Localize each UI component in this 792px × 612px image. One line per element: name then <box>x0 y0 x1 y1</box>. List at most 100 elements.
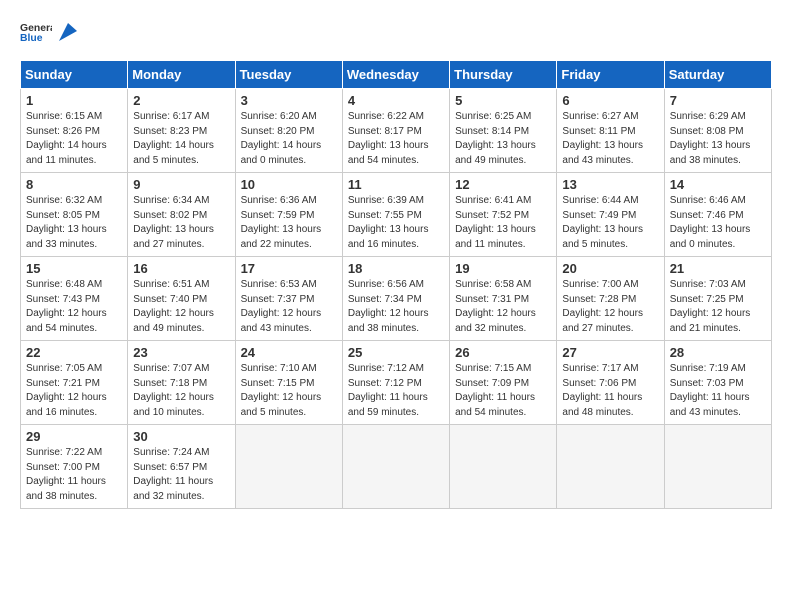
day-number: 5 <box>455 93 551 108</box>
calendar-table: SundayMondayTuesdayWednesdayThursdayFrid… <box>20 60 772 509</box>
calendar-cell: 13Sunrise: 6:44 AM Sunset: 7:49 PM Dayli… <box>557 173 664 257</box>
day-info: Sunrise: 6:58 AM Sunset: 7:31 PM Dayligh… <box>455 278 551 336</box>
day-info: Sunrise: 6:44 AM Sunset: 7:49 PM Dayligh… <box>562 194 658 252</box>
calendar-cell: 1 Sunrise: 6:15 AM Sunset: 8:26 PM Daylig… <box>21 89 128 173</box>
day-info: Sunrise: 7:07 AM Sunset: 7:18 PM Dayligh… <box>133 362 229 420</box>
calendar-week-2: 8Sunrise: 6:32 AM Sunset: 8:05 PM Daylig… <box>21 173 772 257</box>
calendar-cell: 11 Sunrise: 6:39 AM Sunset: 7:55 PM Dayli… <box>342 173 449 257</box>
calendar-cell: 18 Sunrise: 6:56 AM Sunset: 7:34 PM Dayli… <box>342 257 449 341</box>
day-number: 8 <box>26 177 122 192</box>
calendar-week-3: 15 Sunrise: 6:48 AM Sunset: 7:43 PM Dayli… <box>21 257 772 341</box>
calendar-cell: 10 Sunrise: 6:36 AM Sunset: 7:59 PM Dayli… <box>235 173 342 257</box>
day-info: Sunrise: 6:20 AM Sunset: 8:20 PM Dayligh… <box>241 110 337 168</box>
day-info: Sunrise: 7:03 AM Sunset: 7:25 PM Dayligh… <box>670 278 766 336</box>
calendar-cell: 29 Sunrise: 7:22 AM Sunset: 7:00 PM Dayli… <box>21 425 128 509</box>
day-number: 18 <box>348 261 444 276</box>
logo-arrow-icon <box>59 23 77 41</box>
day-info: Sunrise: 6:29 AM Sunset: 8:08 PM Dayligh… <box>670 110 766 168</box>
weekday-header-monday: Monday <box>128 61 235 89</box>
calendar-cell: 30 Sunrise: 7:24 AM Sunset: 6:57 PM Dayli… <box>128 425 235 509</box>
day-info: Sunrise: 6:51 AM Sunset: 7:40 PM Dayligh… <box>133 278 229 336</box>
calendar-cell: 24Sunrise: 7:10 AM Sunset: 7:15 PM Dayli… <box>235 341 342 425</box>
day-info: Sunrise: 6:39 AM Sunset: 7:55 PM Dayligh… <box>348 194 444 252</box>
day-info: Sunrise: 7:19 AM Sunset: 7:03 PM Dayligh… <box>670 362 766 420</box>
day-number: 7 <box>670 93 766 108</box>
weekday-header-sunday: Sunday <box>21 61 128 89</box>
day-number: 30 <box>133 429 229 444</box>
logo-icon: General Blue <box>20 20 52 44</box>
day-number: 23 <box>133 345 229 360</box>
calendar-cell: 12Sunrise: 6:41 AM Sunset: 7:52 PM Dayli… <box>450 173 557 257</box>
day-info: Sunrise: 7:22 AM Sunset: 7:00 PM Dayligh… <box>26 446 122 504</box>
calendar-week-1: 1 Sunrise: 6:15 AM Sunset: 8:26 PM Daylig… <box>21 89 772 173</box>
calendar-week-4: 22 Sunrise: 7:05 AM Sunset: 7:21 PM Dayli… <box>21 341 772 425</box>
day-number: 2 <box>133 93 229 108</box>
day-number: 9 <box>133 177 229 192</box>
day-info: Sunrise: 7:05 AM Sunset: 7:21 PM Dayligh… <box>26 362 122 420</box>
day-number: 4 <box>348 93 444 108</box>
calendar-cell: 8Sunrise: 6:32 AM Sunset: 8:05 PM Daylig… <box>21 173 128 257</box>
day-info: Sunrise: 7:15 AM Sunset: 7:09 PM Dayligh… <box>455 362 551 420</box>
day-number: 10 <box>241 177 337 192</box>
day-info: Sunrise: 6:56 AM Sunset: 7:34 PM Dayligh… <box>348 278 444 336</box>
weekday-header-wednesday: Wednesday <box>342 61 449 89</box>
weekday-header-saturday: Saturday <box>664 61 771 89</box>
day-info: Sunrise: 6:36 AM Sunset: 7:59 PM Dayligh… <box>241 194 337 252</box>
day-info: Sunrise: 6:25 AM Sunset: 8:14 PM Dayligh… <box>455 110 551 168</box>
day-number: 6 <box>562 93 658 108</box>
day-number: 14 <box>670 177 766 192</box>
calendar-cell: 5 Sunrise: 6:25 AM Sunset: 8:14 PM Daylig… <box>450 89 557 173</box>
svg-text:Blue: Blue <box>20 33 43 44</box>
day-info: Sunrise: 7:00 AM Sunset: 7:28 PM Dayligh… <box>562 278 658 336</box>
calendar-cell: 22 Sunrise: 7:05 AM Sunset: 7:21 PM Dayli… <box>21 341 128 425</box>
day-info: Sunrise: 7:12 AM Sunset: 7:12 PM Dayligh… <box>348 362 444 420</box>
calendar-cell <box>557 425 664 509</box>
calendar-cell: 28 Sunrise: 7:19 AM Sunset: 7:03 PM Dayli… <box>664 341 771 425</box>
day-info: Sunrise: 6:53 AM Sunset: 7:37 PM Dayligh… <box>241 278 337 336</box>
day-info: Sunrise: 6:34 AM Sunset: 8:02 PM Dayligh… <box>133 194 229 252</box>
calendar-cell: 26 Sunrise: 7:15 AM Sunset: 7:09 PM Dayli… <box>450 341 557 425</box>
weekday-header-tuesday: Tuesday <box>235 61 342 89</box>
calendar-cell <box>342 425 449 509</box>
day-number: 27 <box>562 345 658 360</box>
weekday-header-thursday: Thursday <box>450 61 557 89</box>
day-number: 25 <box>348 345 444 360</box>
calendar-cell: 2 Sunrise: 6:17 AM Sunset: 8:23 PM Daylig… <box>128 89 235 173</box>
day-number: 22 <box>26 345 122 360</box>
calendar-cell: 23 Sunrise: 7:07 AM Sunset: 7:18 PM Dayli… <box>128 341 235 425</box>
calendar-cell: 21 Sunrise: 7:03 AM Sunset: 7:25 PM Dayli… <box>664 257 771 341</box>
calendar-cell: 6Sunrise: 6:27 AM Sunset: 8:11 PM Daylig… <box>557 89 664 173</box>
day-info: Sunrise: 6:22 AM Sunset: 8:17 PM Dayligh… <box>348 110 444 168</box>
calendar-cell: 7 Sunrise: 6:29 AM Sunset: 8:08 PM Daylig… <box>664 89 771 173</box>
day-info: Sunrise: 7:17 AM Sunset: 7:06 PM Dayligh… <box>562 362 658 420</box>
calendar-week-5: 29 Sunrise: 7:22 AM Sunset: 7:00 PM Dayli… <box>21 425 772 509</box>
day-number: 28 <box>670 345 766 360</box>
day-info: Sunrise: 6:46 AM Sunset: 7:46 PM Dayligh… <box>670 194 766 252</box>
calendar-cell: 4 Sunrise: 6:22 AM Sunset: 8:17 PM Daylig… <box>342 89 449 173</box>
day-info: Sunrise: 6:48 AM Sunset: 7:43 PM Dayligh… <box>26 278 122 336</box>
day-number: 3 <box>241 93 337 108</box>
day-info: Sunrise: 6:17 AM Sunset: 8:23 PM Dayligh… <box>133 110 229 168</box>
calendar-cell: 3 Sunrise: 6:20 AM Sunset: 8:20 PM Daylig… <box>235 89 342 173</box>
calendar-cell: 9 Sunrise: 6:34 AM Sunset: 8:02 PM Daylig… <box>128 173 235 257</box>
day-number: 21 <box>670 261 766 276</box>
day-number: 20 <box>562 261 658 276</box>
calendar-cell: 15 Sunrise: 6:48 AM Sunset: 7:43 PM Dayli… <box>21 257 128 341</box>
day-info: Sunrise: 7:24 AM Sunset: 6:57 PM Dayligh… <box>133 446 229 504</box>
day-number: 29 <box>26 429 122 444</box>
day-number: 26 <box>455 345 551 360</box>
day-number: 19 <box>455 261 551 276</box>
calendar-cell: 19 Sunrise: 6:58 AM Sunset: 7:31 PM Dayli… <box>450 257 557 341</box>
day-number: 15 <box>26 261 122 276</box>
day-info: Sunrise: 6:41 AM Sunset: 7:52 PM Dayligh… <box>455 194 551 252</box>
day-info: Sunrise: 6:15 AM Sunset: 8:26 PM Dayligh… <box>26 110 122 168</box>
day-number: 1 <box>26 93 122 108</box>
day-number: 17 <box>241 261 337 276</box>
day-number: 24 <box>241 345 337 360</box>
calendar-cell <box>450 425 557 509</box>
day-number: 11 <box>348 177 444 192</box>
page-header: General Blue <box>20 20 772 44</box>
day-number: 16 <box>133 261 229 276</box>
calendar-cell <box>235 425 342 509</box>
calendar-cell: 14 Sunrise: 6:46 AM Sunset: 7:46 PM Dayli… <box>664 173 771 257</box>
